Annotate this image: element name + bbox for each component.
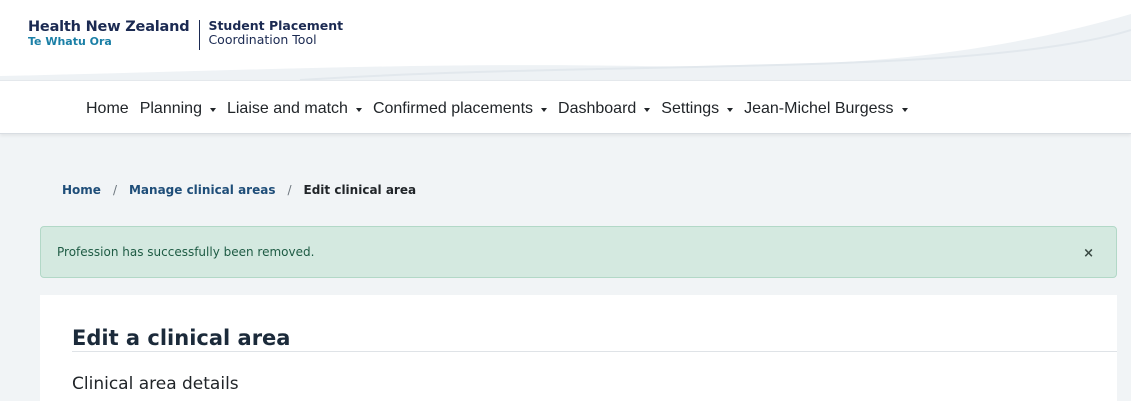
- main-navbar: Home Planning Liaise and match Confirmed…: [0, 80, 1131, 134]
- page-title: Edit a clinical area: [72, 326, 291, 350]
- tool-title: Student Placement: [208, 18, 344, 33]
- nav-home[interactable]: Home: [86, 100, 129, 118]
- section-title: Clinical area details: [72, 374, 239, 394]
- nav-items: Home Planning Liaise and match Confirmed…: [86, 100, 919, 118]
- breadcrumb-separator: /: [112, 183, 117, 197]
- nav-confirmed-placements[interactable]: Confirmed placements: [372, 100, 548, 118]
- breadcrumb: Home / Manage clinical areas / Edit clin…: [62, 183, 416, 197]
- nav-planning[interactable]: Planning: [140, 100, 216, 118]
- chevron-down-icon: [355, 107, 362, 112]
- tool-subtitle: Coordination Tool: [208, 32, 317, 47]
- close-icon[interactable]: ×: [1083, 247, 1094, 260]
- nav-planning-label: Planning: [139, 100, 202, 117]
- brand-divider: [199, 20, 201, 50]
- brand-name: Health New Zealand: [28, 19, 190, 35]
- breadcrumb-home[interactable]: Home: [62, 183, 101, 197]
- nav-liaise-and-match[interactable]: Liaise and match: [227, 100, 362, 118]
- breadcrumb-separator: /: [287, 183, 292, 197]
- title-divider: [72, 351, 1117, 352]
- nav-confirmed-label: Confirmed placements: [372, 100, 534, 117]
- nav-settings-label: Settings: [661, 100, 720, 117]
- nav-user-menu[interactable]: Jean-Michel Burgess: [744, 100, 908, 118]
- chevron-down-icon: [209, 107, 216, 112]
- chevron-down-icon: [541, 107, 548, 112]
- nav-dashboard[interactable]: Dashboard: [558, 100, 651, 118]
- chevron-down-icon: [901, 107, 908, 112]
- chevron-down-icon: [727, 107, 734, 112]
- breadcrumb-manage-clinical-areas[interactable]: Manage clinical areas: [129, 183, 275, 197]
- site-header: Health New Zealand Te Whatu Ora Student …: [0, 0, 1131, 80]
- chevron-down-icon: [644, 107, 651, 112]
- nav-dashboard-label: Dashboard: [558, 100, 637, 117]
- nav-liaise-label: Liaise and match: [226, 100, 348, 117]
- brand-subname: Te Whatu Ora: [28, 35, 112, 48]
- breadcrumb-current: Edit clinical area: [303, 183, 417, 197]
- nav-settings[interactable]: Settings: [661, 100, 734, 118]
- nav-user-label: Jean-Michel Burgess: [744, 100, 894, 117]
- edit-clinical-area-card: Edit a clinical area Clinical area detai…: [40, 295, 1117, 401]
- nav-home-label: Home: [86, 100, 129, 117]
- alert-message: Profession has successfully been removed…: [57, 245, 315, 259]
- brand-logo[interactable]: Health New Zealand Te Whatu Ora Student …: [28, 19, 343, 50]
- success-alert: Profession has successfully been removed…: [40, 226, 1117, 278]
